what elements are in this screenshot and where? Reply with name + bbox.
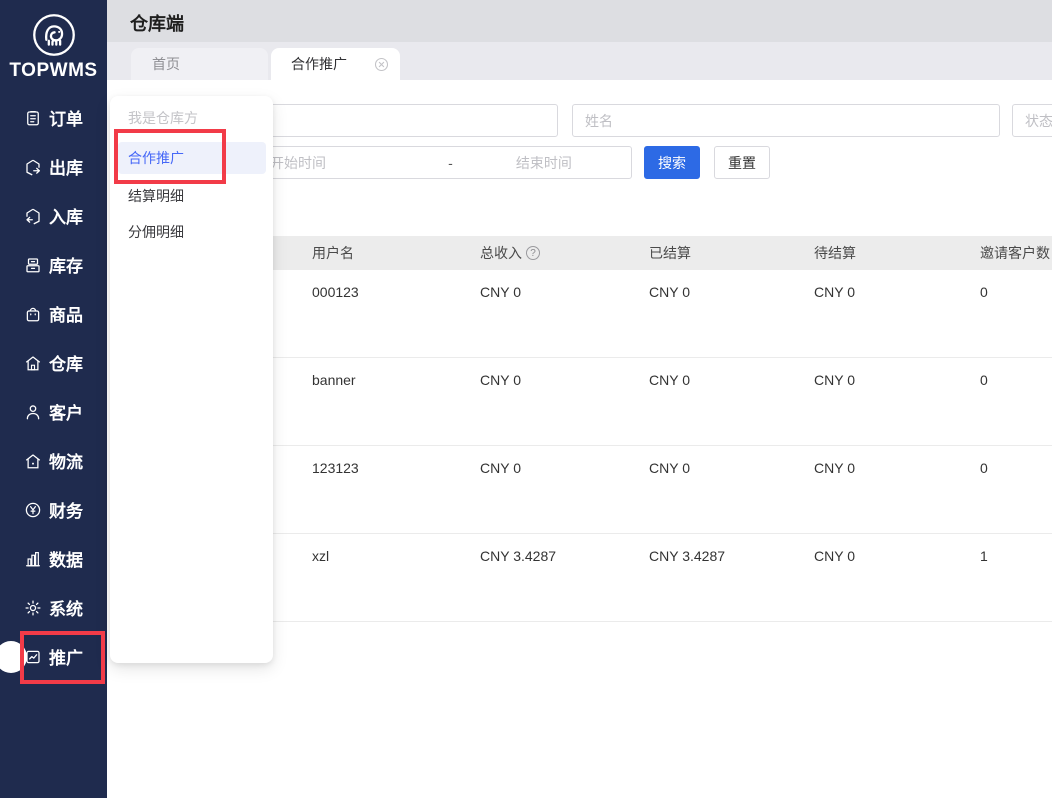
- order-icon: [27, 110, 39, 125]
- tab-bar: 首页 合作推广: [107, 42, 1052, 80]
- menu-item-commission-detail[interactable]: 分佣明细: [110, 218, 273, 246]
- elephant-logo-icon: [32, 14, 75, 56]
- cell-total-income: CNY 0: [480, 284, 521, 300]
- date-range-picker[interactable]: 开始时间 - 结束时间: [258, 146, 632, 179]
- cell-invited: 1: [980, 548, 988, 564]
- sidebar-item-label: 出库: [49, 159, 83, 178]
- tab-close-icon[interactable]: [374, 57, 389, 72]
- sidebar: TOPWMS 订单 出库 入库 库存 商品 仓库 客户 物流 财务 数据 系统 …: [0, 0, 107, 798]
- sidebar-item-label: 入库: [49, 208, 83, 227]
- sidebar-item-label: 订单: [49, 110, 83, 129]
- cell-invited: 0: [980, 284, 988, 300]
- sidebar-item-label: 物流: [49, 453, 83, 472]
- warehouse-icon: [25, 355, 41, 370]
- page-title: 仓库端: [130, 14, 184, 34]
- cell-total-income: CNY 0: [480, 460, 521, 476]
- search-button-label: 搜索: [658, 154, 686, 171]
- app-root: TOPWMS 订单 出库 入库 库存 商品 仓库 客户 物流 财务 数据 系统 …: [0, 0, 1052, 798]
- menu-item-settlement-detail[interactable]: 结算明细: [110, 182, 273, 210]
- tab-cooperation-promotion[interactable]: 合作推广: [271, 48, 400, 80]
- sidebar-nav: 订单 出库 入库 库存 商品 仓库 客户 物流 财务 数据 系统 推广: [0, 93, 107, 681]
- range-separator: -: [448, 154, 453, 171]
- sidebar-item-label: 推广: [49, 649, 83, 668]
- goods-icon: [26, 307, 40, 321]
- name-input[interactable]: [572, 104, 1000, 137]
- end-time-placeholder: 结束时间: [515, 154, 572, 171]
- col-username: 用户名: [312, 245, 354, 261]
- tab-active-label: 合作推广: [291, 56, 347, 72]
- sidebar-item-inbound[interactable]: 入库: [0, 191, 107, 240]
- sidebar-item-label: 库存: [49, 257, 83, 276]
- cell-pending: CNY 0: [814, 548, 855, 564]
- data-icon: [25, 551, 41, 566]
- menu-item-label: 分佣明细: [128, 224, 184, 240]
- logistics-icon: [25, 453, 41, 468]
- finance-icon: [25, 502, 41, 517]
- cell-settled: CNY 0: [649, 284, 690, 300]
- menu-item-label: 合作推广: [128, 150, 184, 166]
- sidebar-item-warehouse[interactable]: 仓库: [0, 338, 107, 387]
- page-header: 仓库端: [107, 0, 1052, 42]
- reset-button[interactable]: 重置: [714, 146, 770, 179]
- sidebar-item-system[interactable]: 系统: [0, 583, 107, 632]
- sidebar-item-customers[interactable]: 客户: [0, 387, 107, 436]
- brand-name: TOPWMS: [9, 60, 98, 81]
- filter-first-input[interactable]: [258, 104, 558, 137]
- cell-username: 000123: [312, 284, 359, 300]
- start-time-placeholder: 开始时间: [270, 154, 326, 171]
- status-input[interactable]: [1012, 104, 1052, 137]
- sidebar-item-finance[interactable]: 财务: [0, 485, 107, 534]
- sidebar-item-inventory[interactable]: 库存: [0, 240, 107, 289]
- col-pending-settlement: 待结算: [814, 245, 856, 261]
- cell-total-income: CNY 3.4287: [480, 548, 557, 564]
- sidebar-item-data[interactable]: 数据: [0, 534, 107, 583]
- customer-icon: [26, 404, 40, 419]
- inbound-icon: [26, 208, 40, 224]
- sidebar-item-label: 仓库: [49, 355, 83, 374]
- outbound-icon: [26, 159, 41, 175]
- tab-home[interactable]: 首页: [131, 48, 268, 80]
- sidebar-item-label: 数据: [49, 551, 83, 570]
- tab-home-label: 首页: [152, 56, 180, 72]
- col-invited-customers: 邀请客户数: [980, 245, 1050, 261]
- cell-username: banner: [312, 372, 356, 388]
- cell-invited: 0: [980, 372, 988, 388]
- cell-total-income: CNY 0: [480, 372, 521, 388]
- cell-username: 123123: [312, 460, 359, 476]
- sidebar-item-logistics[interactable]: 物流: [0, 436, 107, 485]
- menu-item-label: 结算明细: [128, 188, 184, 204]
- inventory-icon: [26, 257, 40, 272]
- col-settled: 已结算: [649, 245, 691, 261]
- help-icon[interactable]: ?: [526, 246, 540, 260]
- brand-logo: TOPWMS: [0, 12, 107, 82]
- sidebar-item-label: 系统: [49, 600, 83, 619]
- sidebar-item-label: 财务: [49, 502, 83, 521]
- sidebar-item-outbound[interactable]: 出库: [0, 142, 107, 191]
- cell-pending: CNY 0: [814, 284, 855, 300]
- menu-item-cooperation-promotion[interactable]: 合作推广: [118, 142, 266, 174]
- sidebar-item-label: 商品: [49, 306, 83, 325]
- cell-pending: CNY 0: [814, 372, 855, 388]
- cell-username: xzl: [312, 548, 330, 564]
- cell-settled: CNY 0: [649, 372, 690, 388]
- promotion-submenu: 我是仓库方 合作推广 结算明细 分佣明细: [110, 96, 273, 663]
- search-button[interactable]: 搜索: [644, 146, 700, 179]
- system-icon: [25, 599, 41, 616]
- reset-button-label: 重置: [728, 154, 756, 171]
- sidebar-item-orders[interactable]: 订单: [0, 93, 107, 142]
- sidebar-item-goods[interactable]: 商品: [0, 289, 107, 338]
- cell-invited: 0: [980, 460, 988, 476]
- sidebar-item-label: 客户: [49, 404, 83, 423]
- cell-pending: CNY 0: [814, 460, 855, 476]
- col-total-income: 总收入 ?: [480, 236, 540, 270]
- menu-group-label: 我是仓库方: [128, 110, 198, 126]
- cell-settled: CNY 3.4287: [649, 548, 726, 564]
- cell-settled: CNY 0: [649, 460, 690, 476]
